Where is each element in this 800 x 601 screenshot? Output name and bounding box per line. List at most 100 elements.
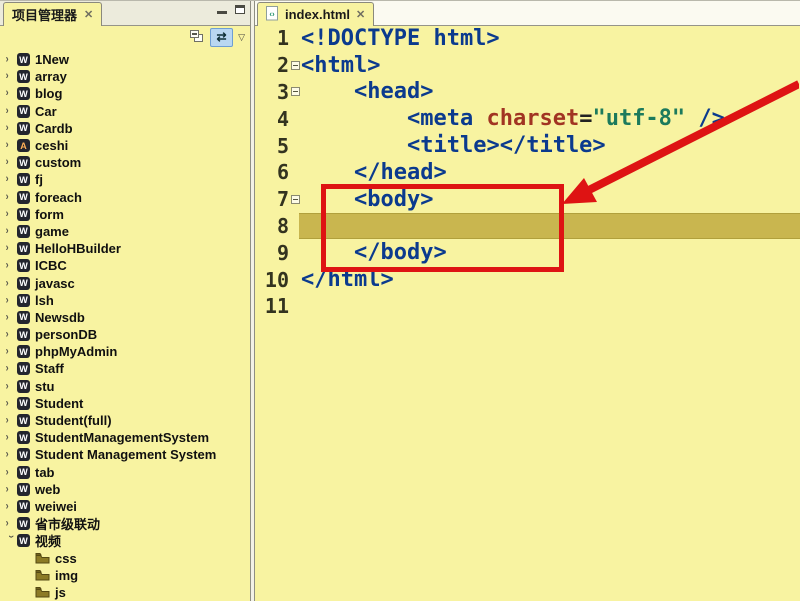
chevron-collapsed-icon[interactable]: › <box>6 483 17 495</box>
close-icon[interactable]: ✕ <box>84 8 93 21</box>
chevron-collapsed-icon[interactable]: › <box>6 243 17 255</box>
chevron-collapsed-icon[interactable]: › <box>6 122 17 134</box>
project-item-staff[interactable]: ›WStaff <box>0 360 250 377</box>
web-project-icon: W <box>17 345 30 358</box>
tree-item-css[interactable]: css <box>0 549 250 566</box>
web-project-icon: W <box>17 311 30 324</box>
project-item-student-full-[interactable]: ›WStudent(full) <box>0 412 250 429</box>
project-item-hellohbuilder[interactable]: ›WHelloHBuilder <box>0 240 250 257</box>
project-item-phpmyadmin[interactable]: ›WphpMyAdmin <box>0 343 250 360</box>
web-project-icon: W <box>17 448 30 461</box>
code-line-8[interactable]: 8 <box>255 213 800 240</box>
web-project-icon: W <box>17 70 30 83</box>
chevron-collapsed-icon[interactable]: › <box>6 329 17 341</box>
tree-item-label: 1New <box>35 52 69 67</box>
chevron-collapsed-icon[interactable]: › <box>6 346 17 358</box>
view-menu-chevron-icon[interactable]: ▽ <box>238 33 245 42</box>
project-item-persondb[interactable]: ›WpersonDB <box>0 326 250 343</box>
code-text: <body> <box>301 187 433 212</box>
project-item-student[interactable]: ›WStudent <box>0 395 250 412</box>
tree-item-label: Newsdb <box>35 310 85 325</box>
html-file-icon: ‹› <box>266 6 279 24</box>
fold-toggle-icon[interactable] <box>289 87 301 96</box>
project-item-cardb[interactable]: ›WCardb <box>0 120 250 137</box>
project-item-foreach[interactable]: ›Wforeach <box>0 189 250 206</box>
chevron-collapsed-icon[interactable]: › <box>6 414 17 426</box>
chevron-collapsed-icon[interactable]: › <box>6 277 17 289</box>
chevron-collapsed-icon[interactable]: › <box>6 139 17 151</box>
chevron-collapsed-icon[interactable]: › <box>6 380 17 392</box>
code-line-2[interactable]: 2<html> <box>255 52 800 79</box>
project-item-form[interactable]: ›Wform <box>0 206 250 223</box>
project-item-fj[interactable]: ›Wfj <box>0 171 250 188</box>
chevron-collapsed-icon[interactable]: › <box>6 157 17 169</box>
tree-item-label: Cardb <box>35 121 73 136</box>
project-item-array[interactable]: ›Warray <box>0 68 250 85</box>
chevron-collapsed-icon[interactable]: › <box>6 88 17 100</box>
code-editor[interactable]: 1<!DOCTYPE html>2<html>3<head>4<meta cha… <box>255 26 800 601</box>
chevron-collapsed-icon[interactable]: › <box>6 105 17 117</box>
fold-toggle-icon[interactable] <box>289 195 301 204</box>
project-item-1new[interactable]: ›W1New <box>0 51 250 68</box>
web-project-icon: W <box>17 328 30 341</box>
project-item-省市级联动[interactable]: ›W省市级联动 <box>0 515 250 532</box>
collapse-all-icon[interactable] <box>190 30 205 44</box>
chevron-collapsed-icon[interactable]: › <box>6 518 17 530</box>
chevron-collapsed-icon[interactable]: › <box>6 500 17 512</box>
project-item-stu[interactable]: ›Wstu <box>0 378 250 395</box>
tab-index-html[interactable]: ‹› index.html ✕ <box>257 2 374 26</box>
chevron-collapsed-icon[interactable]: › <box>6 466 17 478</box>
project-item-newsdb[interactable]: ›W Newsdb <box>0 309 250 326</box>
chevron-collapsed-icon[interactable]: › <box>6 397 17 409</box>
chevron-collapsed-icon[interactable]: › <box>6 225 17 237</box>
code-line-3[interactable]: 3<head> <box>255 79 800 106</box>
project-item-game[interactable]: ›Wgame <box>0 223 250 240</box>
fold-toggle-icon[interactable] <box>289 61 301 70</box>
line-number: 9 <box>255 241 289 265</box>
chevron-expanded-icon[interactable]: › <box>5 535 17 546</box>
tree-item-img[interactable]: img <box>0 567 250 584</box>
code-line-5[interactable]: 5<title></title> <box>255 132 800 159</box>
code-line-7[interactable]: 7<body> <box>255 186 800 213</box>
code-line-9[interactable]: 9</body> <box>255 239 800 266</box>
tab-project-manager[interactable]: 项目管理器 ✕ <box>3 2 102 26</box>
project-item-blog[interactable]: ›Wblog <box>0 85 250 102</box>
tree-item-label: Student(full) <box>35 413 112 428</box>
project-item-custom[interactable]: ›Wcustom <box>0 154 250 171</box>
tree-item-js[interactable]: js <box>0 584 250 601</box>
chevron-collapsed-icon[interactable]: › <box>6 363 17 375</box>
project-item-student-management-system[interactable]: ›WStudent Management System <box>0 446 250 463</box>
project-item-tab[interactable]: ›Wtab <box>0 464 250 481</box>
web-project-icon: W <box>17 225 30 238</box>
chevron-collapsed-icon[interactable]: › <box>6 260 17 272</box>
maximize-icon[interactable] <box>235 5 245 14</box>
project-item-lsh[interactable]: ›Wlsh <box>0 292 250 309</box>
chevron-collapsed-icon[interactable]: › <box>6 174 17 186</box>
project-item-studentmanagementsystem[interactable]: ›WStudentManagementSystem <box>0 429 250 446</box>
project-item-javasc[interactable]: ›Wjavasc <box>0 274 250 291</box>
close-icon[interactable]: ✕ <box>356 8 365 21</box>
project-item-car[interactable]: ›WCar <box>0 103 250 120</box>
code-line-4[interactable]: 4<meta charset="utf-8" /> <box>255 105 800 132</box>
chevron-collapsed-icon[interactable]: › <box>6 432 17 444</box>
web-project-icon: W <box>17 191 30 204</box>
chevron-collapsed-icon[interactable]: › <box>6 191 17 203</box>
project-item-web[interactable]: ›Wweb <box>0 481 250 498</box>
code-line-11[interactable]: 11 <box>255 293 800 320</box>
link-with-editor-button[interactable]: ⇄ <box>210 28 233 47</box>
code-line-6[interactable]: 6</head> <box>255 159 800 186</box>
project-item-ceshi[interactable]: ›Aceshi <box>0 137 250 154</box>
project-item-视频[interactable]: ›W视频 <box>0 532 250 549</box>
project-item-icbc[interactable]: ›WICBC <box>0 257 250 274</box>
chevron-collapsed-icon[interactable]: › <box>6 449 17 461</box>
code-line-1[interactable]: 1<!DOCTYPE html> <box>255 26 800 52</box>
project-item-weiwei[interactable]: ›Wweiwei <box>0 498 250 515</box>
chevron-collapsed-icon[interactable]: › <box>6 311 17 323</box>
chevron-collapsed-icon[interactable]: › <box>6 208 17 220</box>
code-line-10[interactable]: 10</html> <box>255 266 800 293</box>
chevron-collapsed-icon[interactable]: › <box>6 71 17 83</box>
tree-item-label: array <box>35 69 67 84</box>
chevron-collapsed-icon[interactable]: › <box>6 54 17 66</box>
chevron-collapsed-icon[interactable]: › <box>6 294 17 306</box>
minimize-icon[interactable] <box>217 5 227 14</box>
